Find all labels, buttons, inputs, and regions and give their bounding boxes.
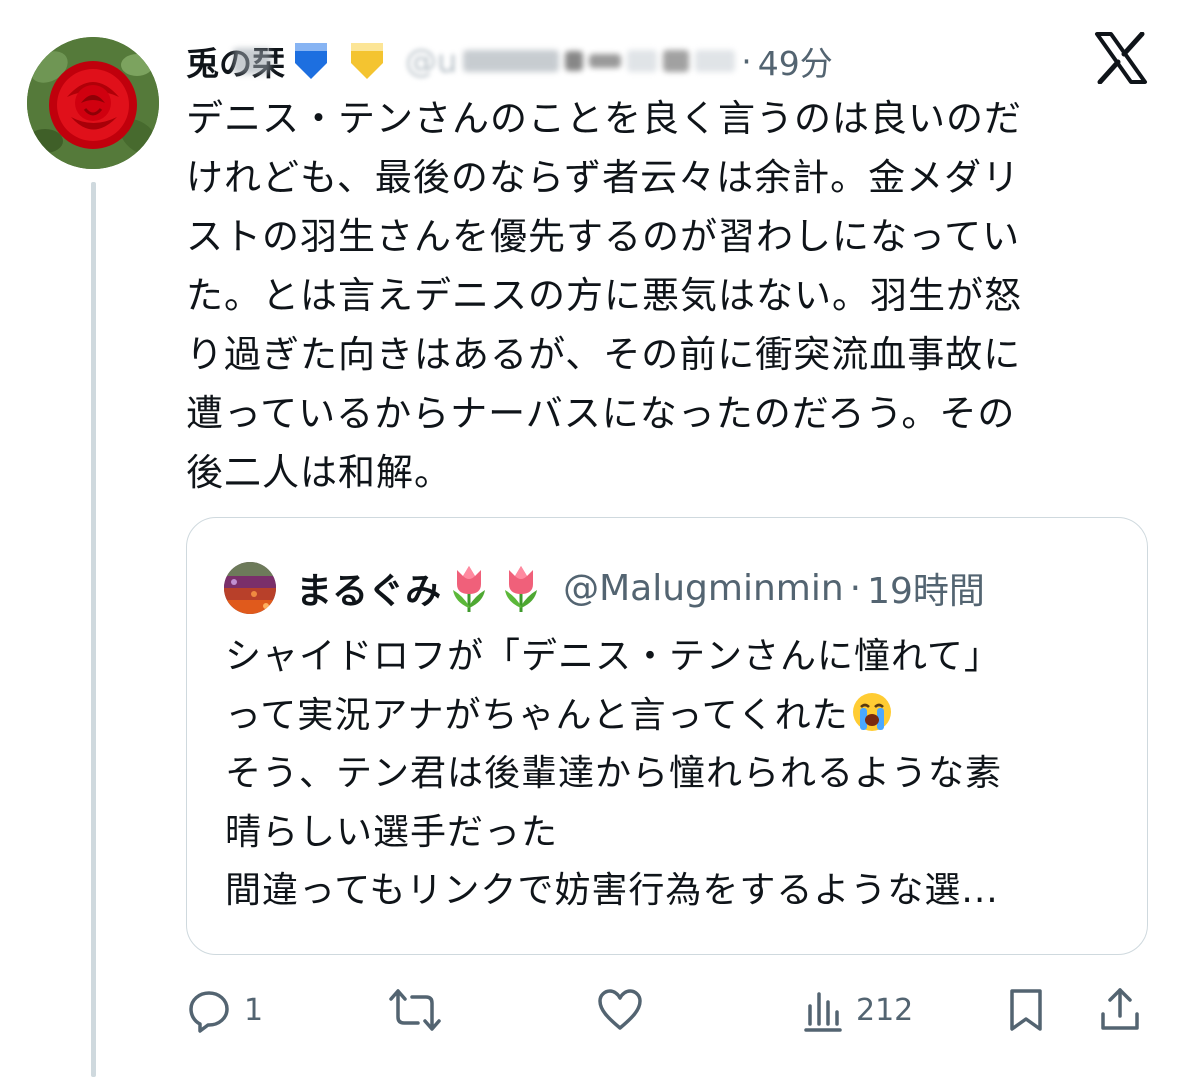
views-button[interactable]: 212: [802, 980, 913, 1040]
post-line: けれども、最後のならず者云々は余計。金メダリ: [186, 156, 1021, 199]
post-line: り過ぎた向きはあるが、その前に衝突流血事故に: [186, 333, 1022, 376]
share-icon: [1098, 986, 1142, 1034]
author-handle-redacted[interactable]: @u: [405, 42, 736, 80]
post-line: デニス・テンさんのことを良く言うのは良いのだ: [186, 97, 1022, 140]
quoted-handle[interactable]: @Malugminmin: [563, 568, 844, 609]
like-icon: [596, 988, 644, 1032]
post-time[interactable]: 49分: [758, 37, 833, 85]
views-count: 212: [856, 992, 914, 1028]
header-separator: ·: [741, 41, 752, 81]
quoted-line: って実況アナがちゃんと言ってくれた: [225, 687, 1125, 746]
bookmark-icon: [1006, 987, 1046, 1033]
post-line: 遭っているからナーバスになったのだろう。その: [186, 392, 1016, 435]
like-button[interactable]: [596, 980, 644, 1040]
retweet-button[interactable]: [388, 980, 442, 1040]
post-header: 兎の栞 @u · 49分: [186, 36, 833, 86]
post-line: ストの羽生さんを優先するのが習わしになってい: [186, 215, 1021, 258]
share-button[interactable]: [1098, 980, 1142, 1040]
quoted-line: 晴らしい選手だった: [225, 811, 559, 853]
quoted-author-avatar[interactable]: [224, 562, 276, 614]
quoted-line-text: って実況アナがちゃんと言ってくれた: [225, 694, 849, 736]
thread-line: [91, 182, 96, 1077]
author-avatar[interactable]: [27, 37, 159, 169]
blue-badge-icon: [293, 41, 329, 81]
quoted-post-card[interactable]: まるぐみ @Malugminmin · 19時間 シャイドロフが「デニス・テンさ: [186, 517, 1148, 955]
post-text: デニス・テンさんのことを良く言うのは良いのだ けれども、最後のならず者云々は余計…: [186, 89, 1121, 502]
quoted-separator: ·: [849, 567, 862, 609]
reply-count: 1: [244, 992, 264, 1028]
action-bar: 1 212: [186, 980, 1148, 1040]
quoted-line: 間違ってもリンクで妨害行為をするような選...: [225, 870, 999, 911]
reply-button[interactable]: 1: [186, 980, 263, 1040]
x-logo-icon: [1094, 31, 1148, 85]
tulip-icon: [447, 562, 491, 614]
quoted-post-text: シャイドロフが「デニス・テンさんに憧れて」 って実況アナがちゃんと言ってくれた …: [225, 628, 1125, 921]
bookmark-button[interactable]: [1006, 980, 1046, 1040]
post-line: 後二人は和解。: [186, 451, 452, 494]
quoted-line: そう、テン君は後輩達から憧れられるような素: [225, 753, 1003, 794]
quoted-display-name[interactable]: まるぐみ: [296, 562, 441, 614]
quoted-line: シャイドロフが「デニス・テンさんに憧れて」: [225, 636, 1001, 677]
post-line: た。とは言えデニスの方に悪気はない。羽生が怒: [186, 274, 1022, 317]
views-icon: [802, 988, 844, 1032]
redaction-blur: [233, 48, 271, 74]
loudly-crying-face-icon: [851, 691, 893, 733]
quoted-time[interactable]: 19時間: [867, 562, 985, 614]
reply-icon: [186, 987, 232, 1033]
gold-badge-icon: [349, 41, 385, 81]
retweet-icon: [388, 987, 442, 1033]
quoted-post-header: まるぐみ @Malugminmin · 19時間: [296, 558, 985, 618]
tulip-icon: [499, 562, 543, 614]
